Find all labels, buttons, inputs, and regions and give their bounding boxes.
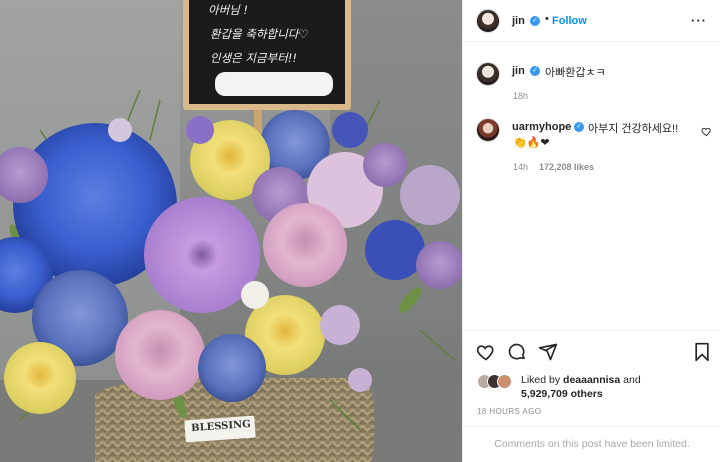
liked-by-avatars[interactable] bbox=[477, 374, 517, 390]
caption-text: 아빠환갑ㅊㅋ bbox=[545, 67, 606, 79]
separator-dot: • bbox=[545, 13, 549, 25]
comment-time[interactable]: 14h bbox=[513, 162, 528, 172]
like-heart-icon[interactable] bbox=[476, 342, 496, 362]
avatar bbox=[497, 374, 512, 389]
comment-text: 아부지 건강하세요!! bbox=[588, 123, 679, 135]
comments-limited-notice: Comments on this post have been limited. bbox=[463, 426, 720, 462]
post-side-panel: jin ✓ • Follow ··· jin ✓ 아빠환갑ㅊㅋ 18h uarm… bbox=[462, 0, 720, 462]
liked-by-user[interactable]: deaaannisa bbox=[563, 374, 620, 386]
bookmark-icon[interactable] bbox=[693, 342, 711, 362]
avatar[interactable] bbox=[476, 118, 500, 142]
comment-bubble-icon[interactable] bbox=[507, 342, 527, 362]
post-header: jin ✓ • Follow ··· bbox=[463, 0, 720, 42]
liked-by-text: Liked by deaaannisa and bbox=[521, 374, 641, 386]
comment-username[interactable]: uarmyhope bbox=[512, 121, 571, 133]
verified-badge-icon: ✓ bbox=[530, 66, 540, 76]
sign-line-1: 아버님 ! bbox=[208, 3, 249, 17]
verified-badge-icon: ✓ bbox=[530, 16, 540, 26]
more-options-icon[interactable]: ··· bbox=[691, 13, 707, 28]
liked-by-others[interactable]: 5,929,709 others bbox=[521, 388, 603, 400]
heart-icon[interactable] bbox=[701, 126, 712, 137]
share-send-icon[interactable] bbox=[538, 342, 558, 362]
caption-time[interactable]: 18h bbox=[513, 91, 528, 101]
liked-by-and: and bbox=[623, 374, 641, 386]
sign-text: 아버님 ! 환갑을 축하합니다♡ 인생은 지금부터!! bbox=[196, 0, 336, 70]
verified-badge-icon: ✓ bbox=[574, 122, 584, 132]
sign-line-2: 환갑을 축하합니다♡ bbox=[210, 27, 309, 41]
follow-button[interactable]: Follow bbox=[552, 15, 587, 27]
avatar[interactable] bbox=[476, 62, 500, 86]
avatar[interactable] bbox=[476, 9, 500, 33]
author-username[interactable]: jin bbox=[512, 15, 525, 27]
post-photo[interactable]: 아버님 ! 환갑을 축하합니다♡ 인생은 지금부터!! BLESSING bbox=[0, 0, 462, 462]
comment-likes[interactable]: 172,208 likes bbox=[539, 162, 594, 172]
comment-emojis: 👏🔥❤ bbox=[513, 137, 550, 149]
caption-username[interactable]: jin bbox=[512, 65, 525, 77]
post-timestamp[interactable]: 18 HOURS AGO bbox=[477, 407, 541, 416]
likes-count[interactable]: 5,929,709 others bbox=[521, 388, 603, 400]
liked-by-prefix: Liked by bbox=[521, 374, 561, 386]
sign-line-3: 인생은 지금부터!! bbox=[210, 51, 297, 65]
